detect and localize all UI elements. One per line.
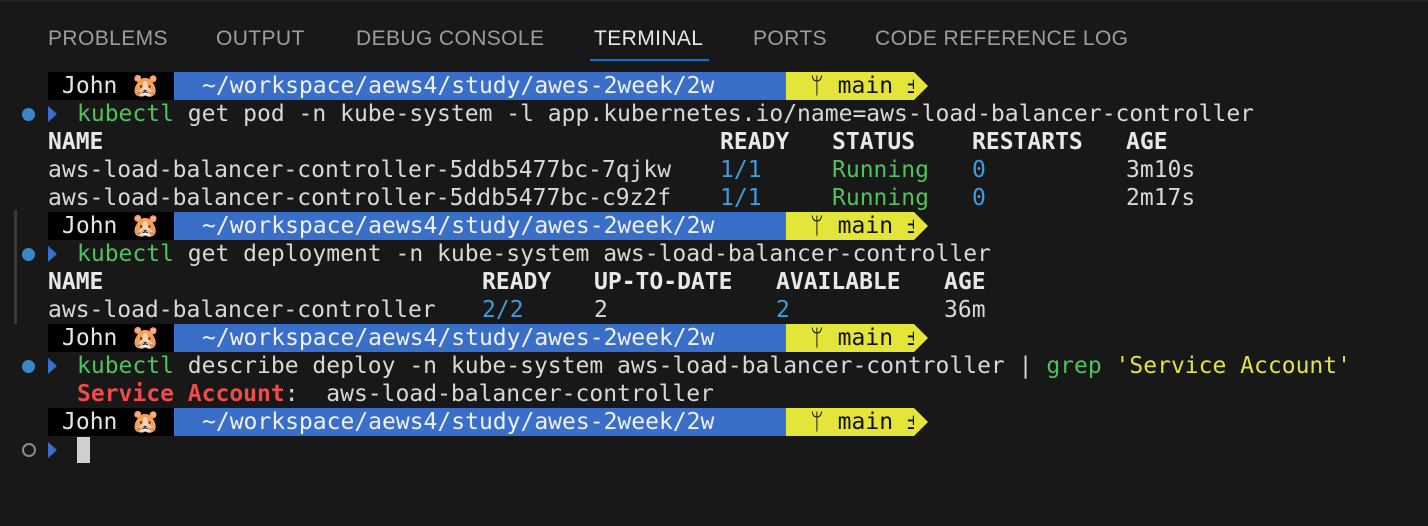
- active-tab-indicator: [590, 59, 709, 61]
- table-cell-restarts: 0: [972, 157, 986, 183]
- table-cell-restarts: 0: [972, 185, 986, 211]
- prompt-path: ~/workspace/aews4/study/awes-2week/2w: [174, 408, 786, 436]
- table-cell-status: Running: [832, 185, 929, 211]
- command-success-decoration-icon[interactable]: [22, 108, 35, 121]
- table-cell-age: 3m10s: [1126, 157, 1196, 183]
- prompt-chevron-icon: [48, 358, 57, 374]
- prompt-separator-icon: [914, 212, 928, 240]
- command-success-decoration-icon[interactable]: [22, 360, 35, 373]
- terminal-cursor: [77, 437, 90, 463]
- tab-problems[interactable]: PROBLEMS: [48, 26, 168, 52]
- table-header-age: AGE: [1126, 129, 1168, 155]
- grep-value: : aws-load-balancer-controller: [284, 381, 714, 407]
- table-cell-available: 2: [776, 297, 790, 323]
- prompt-path: ~/workspace/aews4/study/awes-2week/2w: [174, 212, 786, 240]
- prompt-git-branch: ᛘ main ±: [786, 324, 921, 352]
- prompt-git-branch: ᛘ main ±: [786, 72, 921, 100]
- prompt-separator-icon: [914, 324, 928, 352]
- grep-match: Service Account: [77, 381, 285, 407]
- table-header-available: AVAILABLE: [776, 269, 901, 295]
- command-pending-decoration-icon[interactable]: [22, 443, 36, 457]
- table-row: aws-load-balancer-controller: [48, 297, 436, 323]
- prompt-path: ~/workspace/aews4/study/awes-2week/2w: [174, 324, 786, 352]
- table-cell-ready: 1/1: [720, 185, 762, 211]
- command-gutter-marker: [14, 210, 17, 324]
- grep-pattern: 'Service Account': [1101, 353, 1351, 379]
- table-cell-age: 36m: [944, 297, 986, 323]
- table-header-name: NAME: [48, 269, 104, 295]
- prompt-path: ~/workspace/aews4/study/awes-2week/2w: [174, 72, 786, 100]
- table-header-restarts: RESTARTS: [972, 129, 1083, 155]
- table-header-ready: READY: [482, 269, 552, 295]
- table-header-age: AGE: [944, 269, 986, 295]
- command-name: kubectl: [77, 101, 174, 127]
- command-success-decoration-icon[interactable]: [22, 248, 35, 261]
- table-header-status: STATUS: [832, 129, 916, 155]
- command-name: kubectl: [77, 353, 174, 379]
- tab-terminal[interactable]: TERMINAL: [594, 26, 703, 52]
- table-cell-ready: 1/1: [720, 157, 762, 183]
- prompt-git-branch: ᛘ main ±: [786, 212, 921, 240]
- command-name: kubectl: [77, 241, 174, 267]
- table-header-up-to-date: UP-TO-DATE: [594, 269, 733, 295]
- prompt-user: John 🐹: [48, 324, 174, 352]
- table-cell-age: 2m17s: [1126, 185, 1196, 211]
- prompt-separator-icon: [914, 408, 928, 436]
- command-line: kubectl get deployment -n kube-system aw…: [77, 240, 991, 268]
- command-args: describe deploy -n kube-system aws-load-…: [173, 353, 1047, 379]
- tab-code-reference-log[interactable]: CODE REFERENCE LOG: [875, 26, 1128, 52]
- table-cell-ready: 2/2: [482, 297, 524, 323]
- table-cell-up-to-date: 2: [594, 297, 608, 323]
- table-row: aws-load-balancer-controller-5ddb5477bc-…: [48, 157, 672, 183]
- prompt-separator-icon: [914, 72, 928, 100]
- panel-tab-bar: PROBLEMS OUTPUT DEBUG CONSOLE TERMINAL P…: [0, 0, 1428, 62]
- tab-ports[interactable]: PORTS: [753, 26, 827, 52]
- prompt-user: John 🐹: [48, 212, 174, 240]
- prompt-chevron-icon: [48, 442, 57, 458]
- prompt-git-branch: ᛘ main ±: [786, 408, 921, 436]
- grep-command: grep: [1046, 353, 1102, 379]
- prompt-chevron-icon: [48, 106, 57, 122]
- command-line: kubectl get pod -n kube-system -l app.ku…: [77, 100, 1254, 128]
- prompt-chevron-icon: [48, 246, 57, 262]
- tab-output[interactable]: OUTPUT: [216, 26, 305, 52]
- table-header-ready: READY: [720, 129, 790, 155]
- command-args: get deployment -n kube-system aws-load-b…: [173, 241, 991, 267]
- command-line: kubectl describe deploy -n kube-system a…: [77, 352, 1351, 380]
- table-cell-status: Running: [832, 157, 929, 183]
- prompt-user: John 🐹: [48, 72, 174, 100]
- tab-debug-console[interactable]: DEBUG CONSOLE: [356, 26, 544, 52]
- table-header-name: NAME: [48, 129, 104, 155]
- prompt-user: John 🐹: [48, 408, 174, 436]
- grep-result: Service Account: aws-load-balancer-contr…: [77, 380, 714, 408]
- command-args: get pod -n kube-system -l app.kubernetes…: [173, 101, 1255, 127]
- table-row: aws-load-balancer-controller-5ddb5477bc-…: [48, 185, 672, 211]
